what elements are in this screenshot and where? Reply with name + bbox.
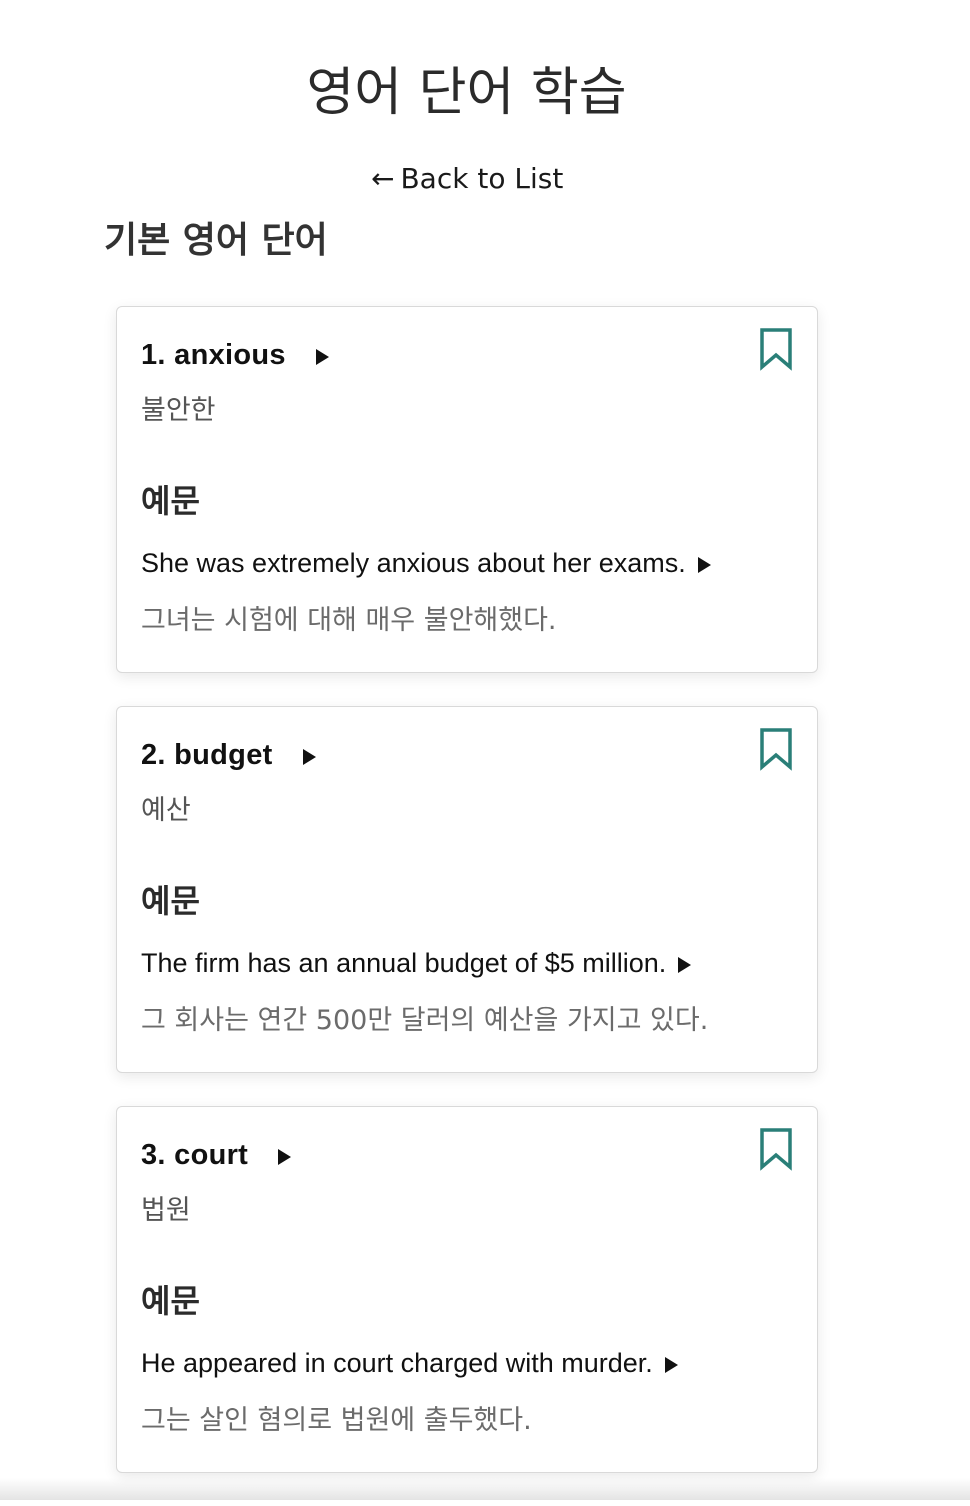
word-meaning: 불안한 bbox=[141, 395, 216, 426]
section-title: 기본 영어 단어 bbox=[104, 220, 328, 261]
example-heading: 예문 bbox=[141, 882, 200, 920]
example-translation: 그는 살인 혐의로 법원에 출두했다. bbox=[141, 1405, 532, 1436]
scroll-fade bbox=[0, 1478, 970, 1500]
example-row: She was extremely anxious about her exam… bbox=[141, 543, 711, 583]
play-icon[interactable] bbox=[315, 349, 329, 365]
word-card-list: 1. anxious 불안한 예문 She was extremely anxi… bbox=[116, 306, 818, 1506]
word-row: 3. court bbox=[141, 1135, 292, 1175]
example-row: He appeared in court charged with murder… bbox=[141, 1343, 678, 1383]
example-heading: 예문 bbox=[141, 1282, 200, 1320]
bookmark-icon[interactable] bbox=[759, 1127, 793, 1171]
word-title: 3. court bbox=[141, 1138, 249, 1171]
play-icon[interactable] bbox=[697, 557, 711, 573]
play-icon[interactable] bbox=[278, 1149, 292, 1165]
word-meaning: 법원 bbox=[141, 1195, 191, 1226]
word-card: 2. budget 예산 예문 The firm has an annual b… bbox=[116, 706, 818, 1073]
bookmark-icon[interactable] bbox=[759, 327, 793, 371]
word-row: 2. budget bbox=[141, 735, 316, 775]
page-title: 영어 단어 학습 bbox=[306, 63, 627, 123]
play-icon[interactable] bbox=[664, 1357, 678, 1373]
example-sentence: She was extremely anxious about her exam… bbox=[141, 547, 686, 578]
word-card: 3. court 법원 예문 He appeared in court char… bbox=[116, 1106, 818, 1473]
word-title: 2. budget bbox=[141, 738, 273, 771]
example-heading: 예문 bbox=[141, 482, 200, 520]
bookmark-icon[interactable] bbox=[759, 727, 793, 771]
back-link-label: Back to List bbox=[400, 162, 564, 195]
example-row: The firm has an annual budget of $5 mill… bbox=[141, 943, 692, 983]
word-title: 1. anxious bbox=[141, 338, 286, 371]
example-sentence: The firm has an annual budget of $5 mill… bbox=[141, 947, 667, 978]
example-translation: 그녀는 시험에 대해 매우 불안해했다. bbox=[141, 605, 557, 636]
back-arrow-icon: ← bbox=[371, 162, 395, 195]
play-icon[interactable] bbox=[678, 957, 692, 973]
word-card: 1. anxious 불안한 예문 She was extremely anxi… bbox=[116, 306, 818, 673]
word-row: 1. anxious bbox=[141, 335, 329, 375]
example-sentence: He appeared in court charged with murder… bbox=[141, 1347, 653, 1378]
example-translation: 그 회사는 연간 500만 달러의 예산을 가지고 있다. bbox=[141, 1005, 709, 1036]
word-meaning: 예산 bbox=[141, 795, 191, 826]
back-to-list-link[interactable]: ← Back to List bbox=[371, 160, 563, 198]
play-icon[interactable] bbox=[302, 749, 316, 765]
